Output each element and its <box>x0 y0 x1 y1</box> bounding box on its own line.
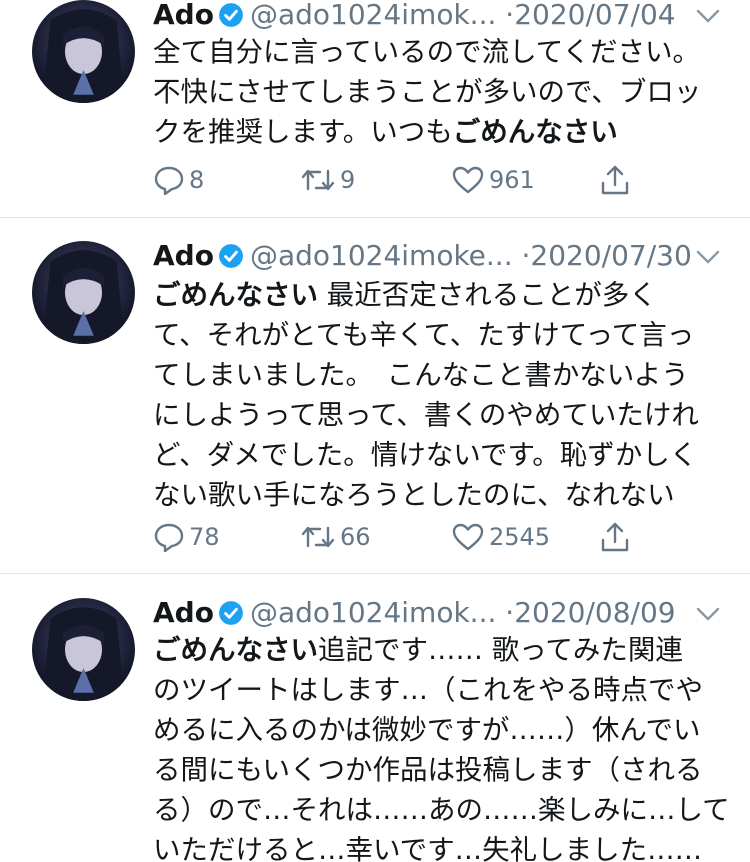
retweet-icon <box>301 526 335 548</box>
tweet-line-text: る間にもいくつか作品は投稿します（される <box>153 754 703 786</box>
tweet-line-text: 追記です…… 歌ってみた関連 <box>318 634 683 666</box>
tweet-actions: 8 9 961 <box>153 160 653 200</box>
reply-button[interactable]: 78 <box>153 517 220 557</box>
tweet-line: て、それがとても辛くて、たすけてって言っ <box>153 315 723 355</box>
tweet-line: る）ので…それは……あの……楽しみに…して <box>153 790 730 830</box>
tweet-line-text: めるに入るのかは微妙ですが……）休んでい <box>153 714 701 746</box>
tweet-line-text: 不快にさせてしまうことが多いので、ブロッ <box>153 76 702 108</box>
share-icon <box>601 522 629 552</box>
heart-icon <box>452 523 484 551</box>
tweet-line-text: 全て自分に言っているので流してください。 <box>153 36 700 68</box>
tweet-line: ごめんなさい 最近否定されることが多く <box>153 275 723 315</box>
tweet-line: る間にもいくつか作品は投稿します（される <box>153 750 723 790</box>
like-button[interactable]: 2545 <box>451 517 550 557</box>
tweet-line: クを推奨します。いつもごめんなさい <box>153 112 723 152</box>
display-name[interactable]: Ado <box>153 596 214 629</box>
display-name[interactable]: Ado <box>153 0 214 31</box>
user-handle[interactable]: @ado1024imok... <box>250 596 496 629</box>
tweet-line: ど、ダメでした。情けないです。恥ずかしく <box>153 435 723 475</box>
tweet-line-text: る）ので…それは……あの……楽しみに…して <box>153 794 730 826</box>
share-button[interactable] <box>599 160 631 200</box>
tweet-bold-text: ごめんなさい <box>452 116 618 148</box>
tweet-line: ごめんなさい追記です…… 歌ってみた関連 <box>153 630 723 670</box>
avatar[interactable] <box>32 0 135 103</box>
user-handle[interactable]: @ado1024imok... <box>250 0 496 31</box>
tweet-date[interactable]: 2020/08/09 <box>514 596 675 629</box>
tweet-line: ない歌い手になろうとしたのに、なれない <box>153 475 723 515</box>
tweet-line-text: にしようって思って、書くのやめていたけれ <box>153 399 699 431</box>
tweet-header: Ado @ado1024imok... ·2020/08/09 <box>153 596 723 632</box>
tweet-header: Ado @ado1024imok... ·2020/07/04 <box>153 0 723 34</box>
tweet-text: ごめんなさい追記です…… 歌ってみた関連 のツイートはします…（これをやる時点で… <box>153 630 730 862</box>
reply-button[interactable]: 8 <box>153 160 204 200</box>
reply-icon <box>154 523 184 552</box>
verified-badge-icon <box>219 3 243 27</box>
tweet-line: めるに入るのかは微妙ですが……）休んでい <box>153 710 723 750</box>
tweet-line: のツイートはします…（これをやる時点でや <box>153 670 723 710</box>
tweet-text: ごめんなさい 最近否定されることが多く て、それがとても辛くて、たすけてって言っ… <box>153 275 723 515</box>
tweet-line-text: いただけると…幸いです…失礼しました…… <box>153 834 703 862</box>
tweet-line-text: のツイートはします…（これをやる時点でや <box>153 674 703 706</box>
chevron-down-icon[interactable] <box>694 6 722 26</box>
verified-badge-icon <box>219 244 243 268</box>
reply-count: 8 <box>189 166 205 194</box>
reply-count: 78 <box>189 523 220 551</box>
heart-icon <box>452 166 484 194</box>
tweet-line-text: てしまいました。 こんなこと書かないよう <box>153 359 689 391</box>
tweet-line: 全て自分に言っているので流してください。 <box>153 32 723 72</box>
tweet-line: にしようって思って、書くのやめていたけれ <box>153 395 723 435</box>
tweet-date[interactable]: 2020/07/04 <box>514 0 675 31</box>
tweet-bold-text: ごめんなさい <box>153 634 318 666</box>
retweet-button[interactable]: 9 <box>300 160 355 200</box>
avatar-illustration <box>42 250 125 344</box>
separator-dot: · <box>505 0 515 31</box>
tweet-bold-text: ごめんなさい <box>153 279 318 311</box>
tweet-line-text: て、それがとても辛くて、たすけてって言っ <box>153 319 695 351</box>
tweet[interactable]: Ado @ado1024imoke... ·2020/07/30 ごめんなさい 最… <box>0 237 750 573</box>
display-name[interactable]: Ado <box>153 239 214 272</box>
tweet[interactable]: Ado @ado1024imok... ·2020/07/04 全て自分に言ってい… <box>0 0 750 217</box>
separator-dot: · <box>505 596 515 629</box>
tweet-line: てしまいました。 こんなこと書かないよう <box>153 355 723 395</box>
like-button[interactable]: 961 <box>451 160 535 200</box>
avatar[interactable] <box>32 598 135 701</box>
tweet-date[interactable]: 2020/07/30 <box>530 239 691 272</box>
tweet-line-text: クを推奨します。いつも <box>153 116 453 148</box>
tweet[interactable]: Ado @ado1024imok... ·2020/08/09 ごめんなさい追記で… <box>0 594 750 862</box>
like-count: 2545 <box>489 523 551 551</box>
tweet-line: 不快にさせてしまうことが多いので、ブロッ <box>153 72 723 112</box>
avatar-illustration <box>42 607 125 701</box>
tweet-divider <box>0 573 750 574</box>
user-handle[interactable]: @ado1024imoke... <box>250 239 513 272</box>
retweet-icon <box>301 169 335 191</box>
verified-badge-icon <box>219 601 243 625</box>
tweet-divider <box>0 217 750 218</box>
tweet-line-text: 最近否定されることが多く <box>318 279 657 311</box>
like-count: 961 <box>489 166 535 194</box>
tweet-header: Ado @ado1024imoke... ·2020/07/30 <box>153 239 723 275</box>
retweet-button[interactable]: 66 <box>300 517 371 557</box>
tweet-actions: 78 66 2545 <box>153 517 653 557</box>
chevron-down-icon[interactable] <box>694 604 722 624</box>
avatar-illustration <box>42 9 125 103</box>
tweet-line-text: ない歌い手になろうとしたのに、なれない <box>153 479 675 511</box>
tweet-text: 全て自分に言っているので流してください。 不快にさせてしまうことが多いので、ブロ… <box>153 32 723 152</box>
avatar[interactable] <box>32 241 135 344</box>
share-button[interactable] <box>599 517 631 557</box>
chevron-down-icon[interactable] <box>694 247 722 267</box>
retweet-count: 9 <box>340 166 356 194</box>
reply-icon <box>154 166 184 195</box>
tweet-line-text: ど、ダメでした。情けないです。恥ずかしく <box>153 439 698 471</box>
tweet-line: いただけると…幸いです…失礼しました…… <box>153 830 723 862</box>
share-icon <box>601 165 629 195</box>
retweet-count: 66 <box>340 523 371 551</box>
